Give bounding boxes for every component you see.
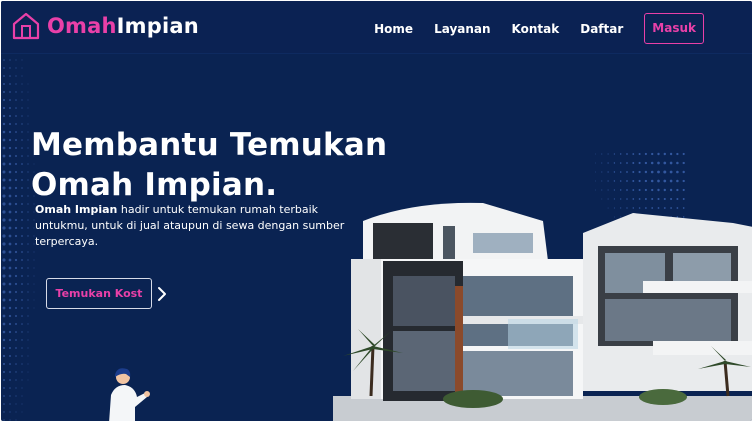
login-button[interactable]: Masuk (644, 13, 704, 44)
navbar: OmahImpian Home Layanan Kontak Daftar Ma… (1, 1, 752, 54)
hero-description-brand: Omah Impian (35, 203, 118, 216)
person-illustration (109, 368, 150, 421)
nav-link-layanan[interactable]: Layanan (434, 14, 490, 44)
hero-description: Omah Impian hadir untuk temukan rumah te… (35, 202, 345, 250)
logo[interactable]: OmahImpian (11, 9, 199, 43)
house-outline-icon (12, 12, 40, 40)
nav-menu: Home Layanan Kontak Daftar Masuk (353, 13, 704, 44)
find-kost-button[interactable]: Temukan Kost (46, 278, 152, 309)
chevron-right-icon[interactable] (157, 286, 167, 302)
brand-name: OmahImpian (47, 14, 199, 38)
nav-link-daftar[interactable]: Daftar (580, 14, 623, 44)
nav-link-kontak[interactable]: Kontak (512, 14, 560, 44)
brand-name-part1: Omah (47, 14, 117, 38)
hero-title-line1: Membantu Temukan (31, 127, 388, 163)
nav-link-home[interactable]: Home (374, 14, 413, 44)
brand-name-part2: Impian (116, 14, 199, 38)
house-illustration (333, 202, 752, 421)
page-frame: OmahImpian Home Layanan Kontak Daftar Ma… (1, 1, 752, 421)
